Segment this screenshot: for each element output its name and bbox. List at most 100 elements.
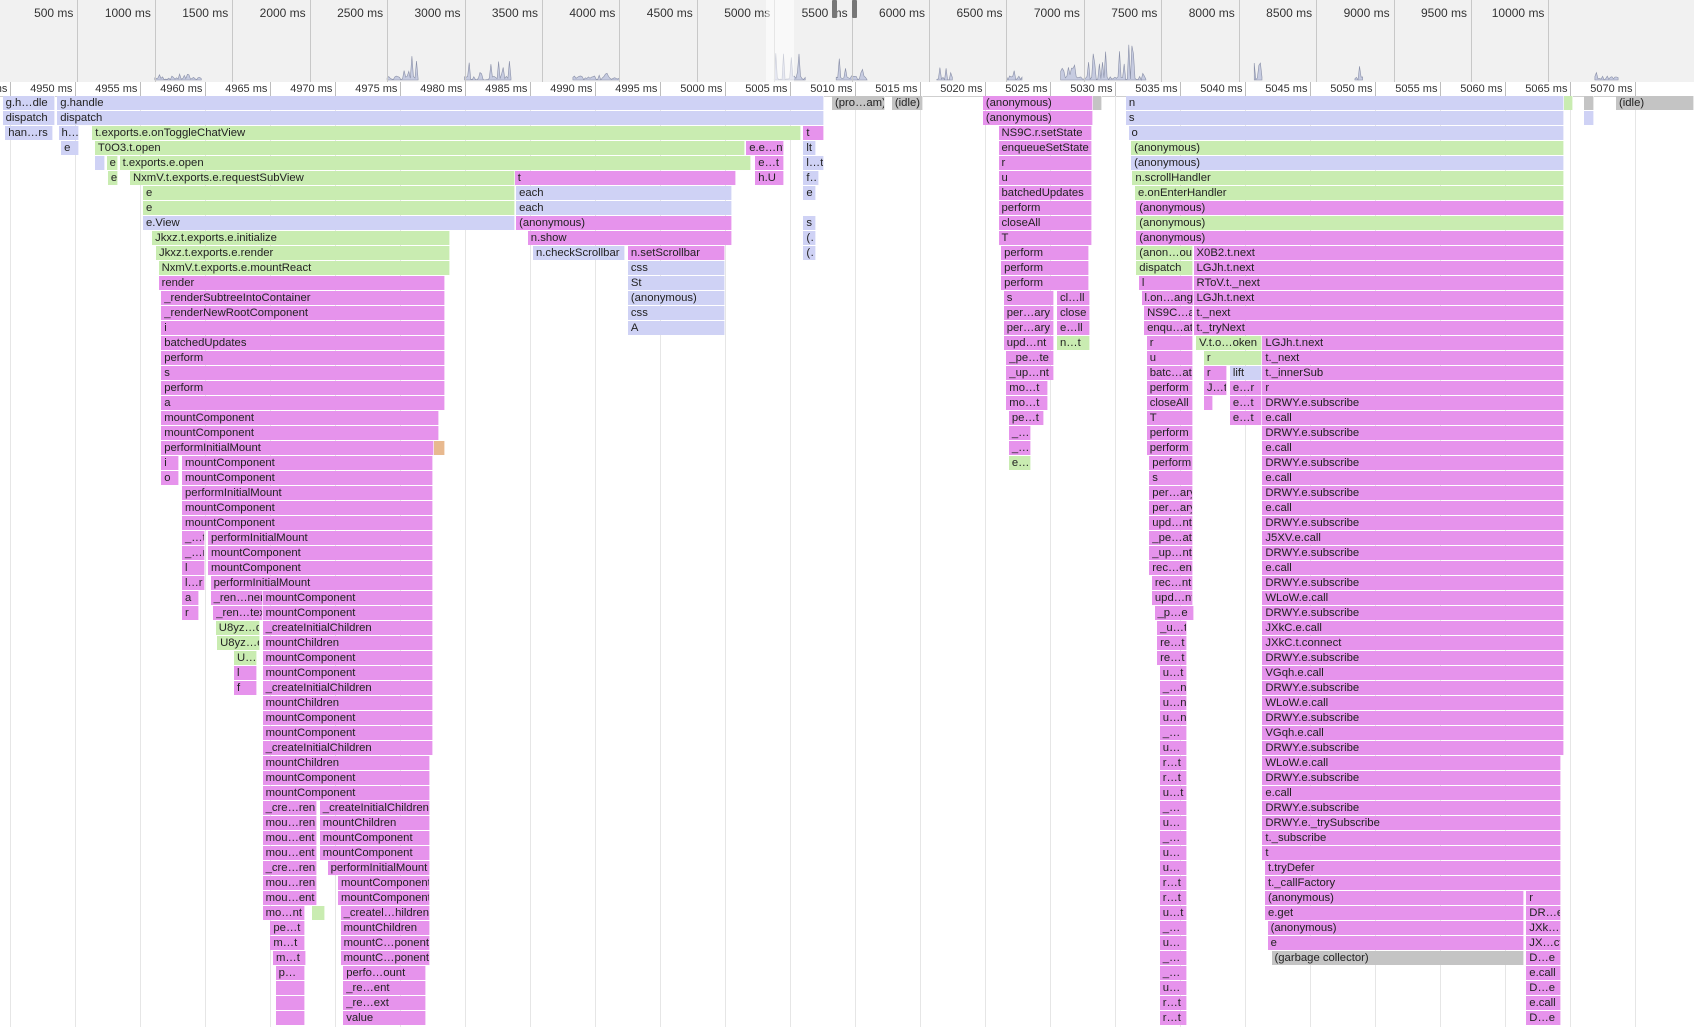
flame-call-frame[interactable]: _u…t [1157, 621, 1187, 635]
flame-call-frame[interactable]: mountComponent [182, 456, 433, 470]
flame-call-frame[interactable]: f… [803, 171, 819, 185]
flame-call-frame[interactable]: mountComponent [182, 501, 433, 515]
flame-call-frame[interactable]: h… [58, 126, 80, 140]
flame-call-frame[interactable]: _… [1159, 801, 1187, 815]
flame-call-frame[interactable]: t._subscribe [1262, 831, 1562, 845]
flame-call-frame[interactable]: perform [998, 201, 1093, 215]
flame-call-frame[interactable]: (anonymous) [516, 216, 732, 230]
flame-call-frame[interactable]: mountComponent [262, 666, 433, 680]
flame-call-frame[interactable]: han…rs [5, 126, 54, 140]
flame-call-frame[interactable]: t._callFactory [1265, 876, 1562, 890]
flame-call-frame[interactable]: u [998, 171, 1093, 185]
flame-call-frame[interactable]: T0O3.t.open [94, 141, 745, 155]
flame-call-frame[interactable]: e.onEnterHandler [1135, 186, 1564, 200]
flame-call-frame[interactable]: l [1138, 276, 1194, 290]
flame-call-frame[interactable]: l.on…ange [1141, 291, 1194, 305]
flame-call-frame[interactable]: e [61, 141, 80, 155]
flame-call-frame[interactable]: LGJh.t.next [1193, 261, 1564, 275]
flame-call-frame[interactable]: e.call [1262, 786, 1562, 800]
flame-call-frame[interactable]: DRWY.e.subscribe [1262, 801, 1562, 815]
flame-call-frame[interactable]: (anonymous) [1131, 156, 1564, 170]
flame-call-frame[interactable]: h.U [755, 171, 784, 185]
flame-call-frame[interactable]: T [998, 231, 1093, 245]
flame-call-frame[interactable] [275, 1011, 306, 1025]
flame-call-frame[interactable]: DRWY.e.subscribe [1262, 576, 1564, 590]
flame-call-frame[interactable]: mountComponent [262, 606, 433, 620]
flame-call-frame[interactable]: (anonymous) [627, 291, 726, 305]
flame-call-frame[interactable]: (anonymous) [1267, 921, 1524, 935]
flame-call-frame[interactable]: o [161, 471, 180, 485]
flame-call-frame[interactable]: _… [1159, 831, 1187, 845]
flame-call-frame[interactable]: r [1146, 336, 1194, 350]
flame-call-frame[interactable]: (anonymous) [1136, 216, 1564, 230]
flame-call-frame[interactable] [1564, 96, 1574, 110]
flame-call-frame[interactable]: mountComponent [262, 591, 433, 605]
flame-call-frame[interactable]: l…r [182, 576, 206, 590]
flame-call-frame[interactable]: _… [1159, 921, 1187, 935]
flame-call-frame[interactable]: lift [1229, 366, 1263, 380]
flame-call-frame[interactable]: t._innerSub [1262, 366, 1564, 380]
flame-call-frame[interactable]: mountChildren [262, 696, 433, 710]
flame-call-frame[interactable]: batchedUpdates [161, 336, 445, 350]
flame-call-frame[interactable]: r [1526, 891, 1562, 905]
flame-call-frame[interactable]: s [1003, 291, 1055, 305]
flame-call-frame[interactable]: (… [803, 246, 817, 260]
flame-call-frame[interactable]: mountComponent [182, 471, 433, 485]
flame-call-frame[interactable]: _up…nt [1149, 546, 1194, 560]
flame-call-frame[interactable]: _…t [182, 531, 206, 545]
flame-call-frame[interactable] [1093, 96, 1103, 110]
flame-call-frame[interactable]: dispatch [57, 111, 825, 125]
flame-call-frame[interactable]: _… [1159, 966, 1187, 980]
flame-call-frame[interactable]: mountComponent [208, 561, 433, 575]
flame-call-frame[interactable]: per…ary [1149, 486, 1194, 500]
flame-call-frame[interactable]: mountChildren [262, 636, 433, 650]
flame-call-frame[interactable]: s [1125, 111, 1564, 125]
flame-call-frame[interactable]: DRWY.e.subscribe [1262, 606, 1564, 620]
flame-call-frame[interactable]: e…t [1229, 396, 1263, 410]
flame-call-frame[interactable]: r…t [1159, 1011, 1187, 1025]
flame-call-frame[interactable]: DRWY.e.subscribe [1262, 546, 1564, 560]
flame-call-frame[interactable]: enqu…ate [1144, 321, 1194, 335]
flame-call-frame[interactable]: upd…nt [1151, 591, 1194, 605]
flame-call-frame[interactable]: _…r [182, 546, 206, 560]
flame-call-frame[interactable]: t [514, 171, 736, 185]
flame-call-frame[interactable]: perform [161, 351, 445, 365]
flame-call-frame[interactable]: _ren…nent [210, 591, 263, 605]
flame-call-frame[interactable]: e… [1008, 456, 1031, 470]
flame-call-frame[interactable]: e [107, 171, 119, 185]
flame-call-frame[interactable]: _cre…ren [262, 861, 318, 875]
flame-call-frame[interactable]: l…t [803, 156, 825, 170]
flame-call-frame[interactable]: re…t [1157, 651, 1187, 665]
flame-call-frame[interactable] [1583, 96, 1594, 110]
flame-call-frame[interactable]: e.call [1262, 501, 1564, 515]
flame-call-frame[interactable]: u…t [1159, 786, 1187, 800]
flame-call-frame[interactable]: DRWY.e.subscribe [1262, 456, 1564, 470]
flame-call-frame[interactable]: perform [1001, 261, 1090, 275]
flame-call-frame[interactable]: mountComponent [182, 516, 433, 530]
flame-call-frame[interactable]: t._next [1262, 351, 1564, 365]
flame-call-frame[interactable]: LGJh.t.next [1262, 336, 1564, 350]
flame-call-frame[interactable]: perform [161, 381, 445, 395]
flame-call-frame[interactable]: closeAll [998, 216, 1093, 230]
flame-call-frame[interactable]: e.call [1526, 966, 1562, 980]
flame-call-frame[interactable]: batc…ates [1146, 366, 1194, 380]
flame-call-frame[interactable]: lt [803, 141, 817, 155]
flame-call-frame[interactable]: LGJh.t.next [1193, 291, 1564, 305]
flame-call-frame[interactable]: VGqh.e.call [1262, 666, 1564, 680]
flame-call-frame[interactable]: s [803, 216, 817, 230]
flame-call-frame[interactable]: t [1262, 846, 1562, 860]
flame-call-frame[interactable]: r…t [1159, 756, 1187, 770]
flame-call-frame[interactable]: (garbage collector) [1271, 951, 1524, 965]
flame-call-frame[interactable]: (anonymous) [982, 111, 1094, 125]
flame-call-frame[interactable]: per…ary [1003, 306, 1055, 320]
flame-call-frame[interactable]: g.handle [57, 96, 825, 110]
flame-call-frame[interactable]: D…e [1526, 951, 1562, 965]
flame-call-frame[interactable]: perform [1149, 456, 1194, 470]
flame-call-frame[interactable]: (anonymous) [982, 96, 1094, 110]
selection-handle-right[interactable] [852, 0, 857, 18]
flame-call-frame[interactable]: e…t [755, 156, 784, 170]
flame-call-frame[interactable]: u [1146, 351, 1194, 365]
flame-call-frame[interactable]: mou…ren [262, 816, 318, 830]
flame-call-frame[interactable]: _pe…ate [1149, 531, 1194, 545]
flame-call-frame[interactable]: rec…ent [1149, 561, 1194, 575]
